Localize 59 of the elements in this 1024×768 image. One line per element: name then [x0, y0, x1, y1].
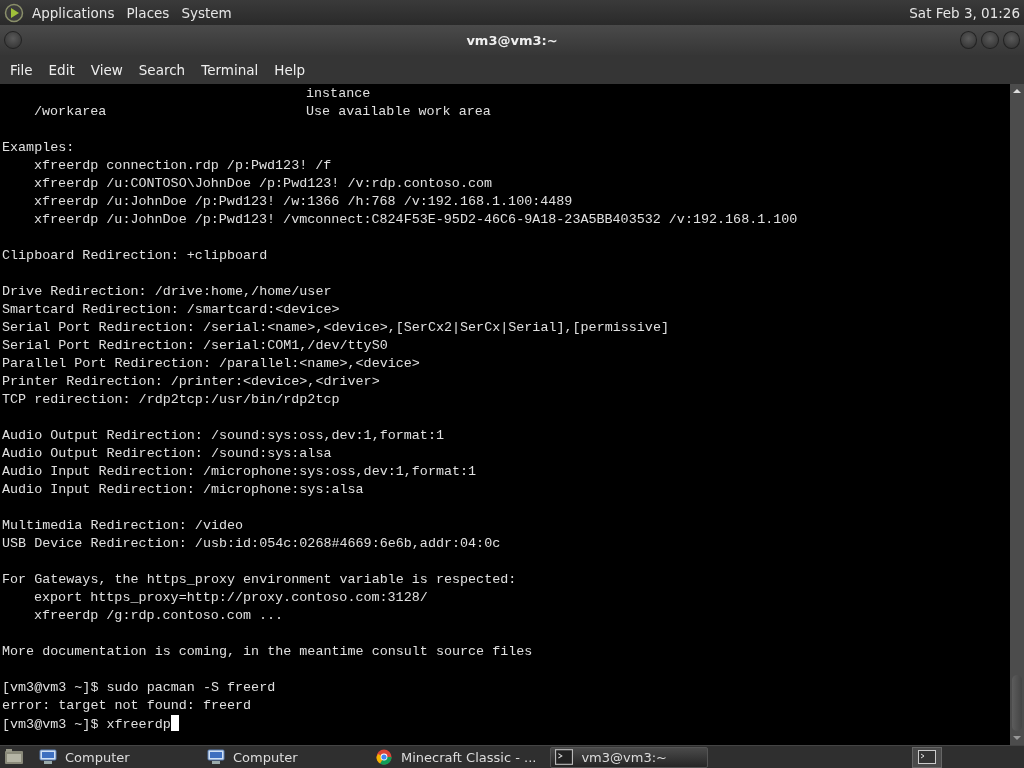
terminal-line: Clipboard Redirection: +clipboard — [2, 248, 268, 263]
minimize-button[interactable] — [960, 31, 978, 49]
scrollbar[interactable] — [1010, 84, 1024, 745]
terminal-icon — [555, 749, 574, 765]
terminal-line: xfreerdp /g:rdp.contoso.com ... — [34, 608, 284, 623]
clock[interactable]: Sat Feb 3, 01:26 — [909, 4, 1020, 21]
terminal-line: xfreerdp /u:CONTOSO\JohnDoe /p:Pwd123! /v:rdp.contoso.com — [34, 176, 493, 191]
taskbar-button[interactable]: Computer — [203, 746, 361, 768]
terminal-line: instance — [306, 85, 372, 103]
terminal-line: export https_proxy=http://proxy.contoso.com:3128/ — [34, 590, 428, 605]
terminal-line: /workarea — [33, 103, 108, 121]
terminal-line: USB Device Redirection: /usb:id:054c:0268#4669:6e6b,addr:04:0c — [2, 536, 501, 551]
window-menu-button[interactable] — [4, 31, 22, 49]
terminal-line: Audio Input Redirection: /microphone:sys:alsa — [2, 482, 364, 497]
menu-item[interactable]: Terminal — [193, 57, 267, 82]
browser-icon — [375, 749, 393, 765]
terminal-line: Audio Input Redirection: /microphone:sys:oss,dev:1,format:1 — [2, 464, 477, 479]
terminal-line: error: target not found: freerd — [2, 698, 252, 713]
text-cursor — [170, 715, 179, 731]
terminal-icon[interactable] — [918, 750, 936, 764]
terminal-line: [vm3@vm3 ~]$ sudo pacman -S freerd — [2, 680, 276, 695]
menu-item[interactable]: File — [2, 57, 41, 82]
terminal-line: TCP redirection: /rdp2tcp:/usr/bin/rdp2tcp — [2, 392, 340, 407]
panel-menu[interactable]: System — [181, 4, 232, 21]
terminal-line: xfreerdp /u:JohnDoe /p:Pwd123! /w:1366 /h:768 /v:192.168.1.100:4489 — [34, 194, 573, 209]
scroll-up-arrow-icon[interactable] — [1012, 88, 1022, 94]
panel-menu[interactable]: Applications — [32, 4, 115, 21]
terminal-line: Parallel Port Redirection: /parallel:<name>,<device> — [2, 356, 420, 371]
command-prompt: [vm3@vm3 ~]$ xfreerdp — [2, 717, 171, 732]
play-logo-icon[interactable] — [4, 2, 24, 23]
terminal-line: Printer Redirection: /printer:<device>,<driver> — [2, 374, 380, 389]
desktop-icon[interactable] — [3, 748, 25, 766]
scroll-down-arrow-icon[interactable] — [1012, 735, 1022, 741]
monitor-icon — [207, 749, 225, 765]
terminal-line: Audio Output Redirection: /sound:sys:alsa — [2, 446, 332, 461]
terminal-line: xfreerdp connection.rdp /p:Pwd123! /f — [34, 158, 332, 173]
menu-item[interactable]: Search — [130, 57, 194, 82]
terminal-line: Smartcard Redirection: /smartcard:<device> — [2, 302, 340, 317]
menu-item[interactable]: View — [82, 57, 131, 82]
terminal-line: Audio Output Redirection: /sound:sys:oss,dev:1,format:1 — [2, 428, 444, 443]
menu-item[interactable]: Edit — [40, 57, 83, 82]
terminal-line: Use available work area — [306, 103, 492, 121]
terminal-line: xfreerdp /u:JohnDoe /p:Pwd123! /vmconnect:C824F53E-95D2-46C6-9A18-23A5BB403532 /v:192.168.1.100 — [34, 212, 798, 227]
terminal-line: Multimedia Redirection: /video — [2, 518, 244, 533]
terminal-line: Serial Port Redirection: /serial:<name>,<device>,[SerCx2|SerCx|Serial],[permissive] — [2, 320, 669, 335]
taskbar-button[interactable]: Minecraft Classic - ... — [371, 746, 541, 768]
terminal-line: Drive Redirection: /drive:home,/home/user — [2, 284, 332, 299]
window-title: vm3@vm3:~ — [465, 32, 559, 48]
taskbar-button[interactable]: vm3@vm3:~ — [550, 746, 709, 768]
close-button[interactable] — [1002, 31, 1020, 49]
menu-item[interactable]: Help — [266, 57, 314, 82]
monitor-icon — [39, 749, 57, 765]
panel-menu[interactable]: Places — [126, 4, 170, 21]
terminal-line: For Gateways, the https_proxy environment variable is respected: — [2, 572, 517, 587]
maximize-button[interactable] — [981, 31, 999, 49]
terminal-line: Examples: — [2, 140, 75, 155]
taskbar-button[interactable]: Computer — [35, 746, 193, 768]
terminal-line: More documentation is coming, in the meantime consult source files — [2, 644, 533, 659]
terminal-line: Serial Port Redirection: /serial:COM1,/dev/ttyS0 — [2, 338, 388, 353]
